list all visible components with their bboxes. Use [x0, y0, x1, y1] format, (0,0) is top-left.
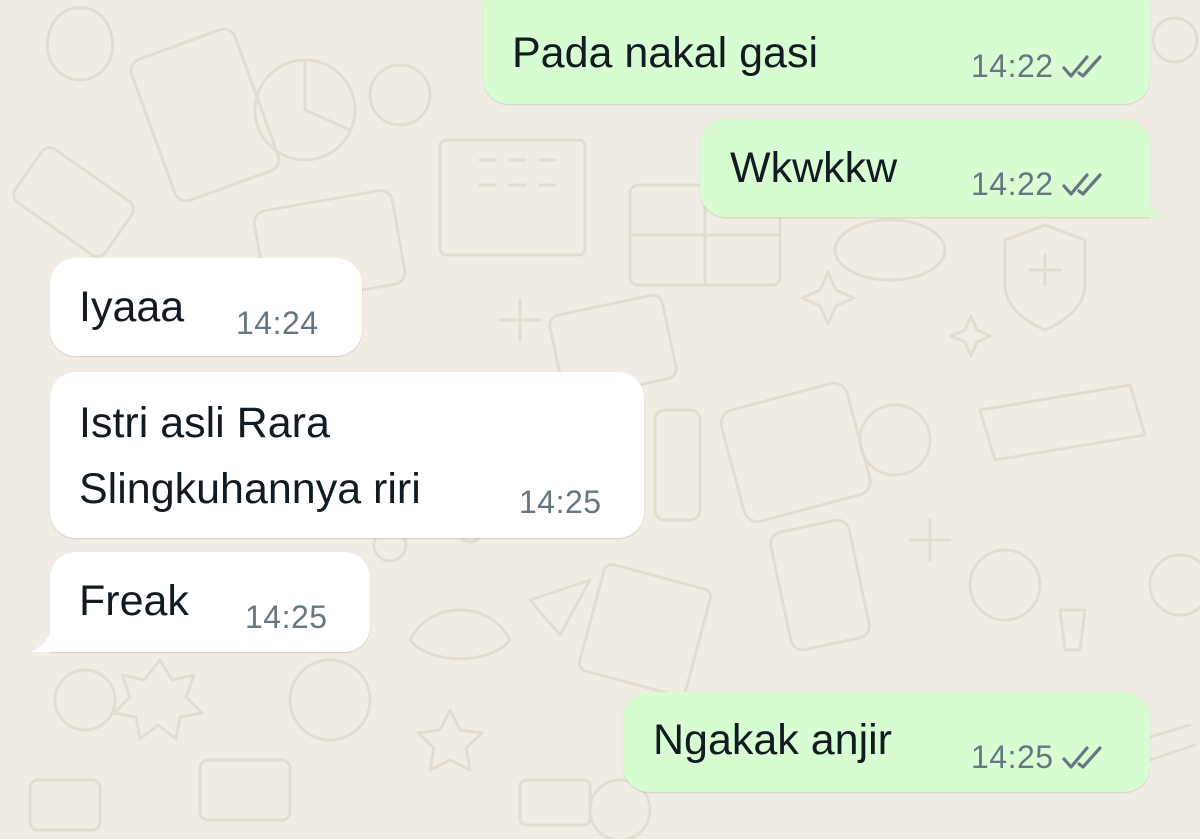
message-text-line: Istri asli Rara	[79, 399, 330, 447]
message-bubble-outgoing[interactable]: Ngakak anjir 14:25	[623, 692, 1150, 792]
message-meta: 14:25	[245, 599, 328, 636]
message-bubble-incoming[interactable]: Istri asli Rara Slingkuhannya riri 14:25	[50, 372, 644, 538]
message-text: Wkwkkw	[730, 144, 898, 192]
message-meta: 14:22	[971, 166, 1106, 203]
message-time: 14:22	[971, 166, 1054, 202]
message-text: Freak	[79, 577, 189, 625]
message-bubble-incoming[interactable]: Iyaaa 14:24	[50, 258, 362, 356]
message-text-line: Slingkuhannya riri	[79, 465, 421, 513]
bubble-tail	[1138, 189, 1170, 217]
message-text: Iyaaa	[79, 283, 185, 331]
double-check-icon	[1061, 54, 1102, 78]
message-bubble-incoming[interactable]: Freak 14:25	[50, 552, 370, 652]
message-time: 14:24	[236, 305, 319, 341]
message-meta: 14:24	[236, 305, 319, 342]
message-time: 14:22	[971, 48, 1054, 84]
message-bubble-outgoing[interactable]: Wkwkkw 14:22	[700, 119, 1150, 217]
message-text: Ngakak anjir	[653, 716, 892, 764]
message-meta: 14:25	[519, 484, 602, 521]
double-check-icon	[1061, 745, 1102, 769]
message-time: 14:25	[971, 739, 1054, 775]
message-meta: 14:22	[971, 48, 1106, 85]
message-time: 14:25	[519, 484, 602, 520]
message-meta: 14:25	[971, 739, 1106, 776]
message-bubble-outgoing[interactable]: Pada nakal gasi 14:22	[483, 0, 1150, 104]
double-check-icon	[1061, 172, 1102, 196]
bubble-tail	[32, 624, 54, 652]
message-time: 14:25	[245, 599, 328, 635]
message-text: Pada nakal gasi	[512, 29, 818, 77]
